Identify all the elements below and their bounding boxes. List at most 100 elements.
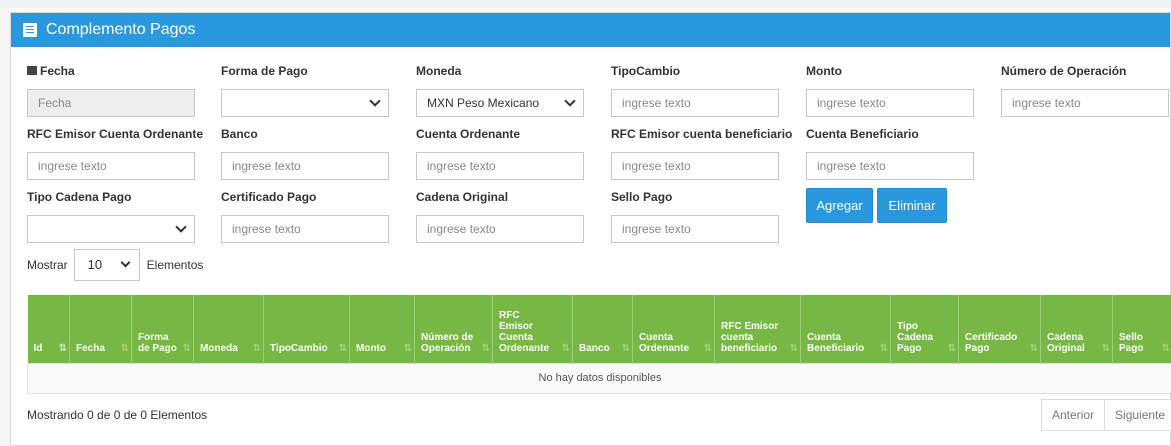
- top-rule: [0, 0, 1171, 8]
- monto-label: Monto: [806, 64, 842, 78]
- column-header-label: Tipo Cadena Pago: [897, 320, 934, 354]
- numero-operacion-field: Número de Operación ingrese texto: [1001, 63, 1169, 117]
- sello-pago-field: Sello Pago ingrese texto: [611, 189, 779, 243]
- monto-input[interactable]: ingrese texto: [806, 89, 974, 117]
- sort-icon: ⇅: [403, 342, 413, 354]
- sort-icon: ⇅: [879, 342, 889, 354]
- complemento-pagos-panel: Complemento Pagos Fecha Fecha Forma de P…: [10, 12, 1171, 446]
- banco-input[interactable]: ingrese texto: [221, 152, 389, 180]
- numero-operacion-label: Número de Operación: [1001, 64, 1127, 78]
- sort-icon: ⇅: [789, 342, 799, 354]
- column-header-label: RFC Emisor cuenta beneficiario: [721, 320, 779, 354]
- sort-icon: ⇅: [120, 342, 130, 354]
- column-header-label: TipoCambio: [270, 342, 328, 354]
- column-header-label: Forma de Pago: [138, 331, 177, 354]
- column-header[interactable]: RFC Emisor Cuenta Ordenante ⇅: [492, 295, 573, 363]
- cadena-original-label: Cadena Original: [416, 190, 509, 204]
- sort-icon: ⇅: [1029, 342, 1039, 354]
- sort-icon: ⇅: [58, 342, 68, 354]
- fecha-field: Fecha Fecha: [27, 63, 195, 117]
- column-header[interactable]: Fecha ⇅: [69, 295, 132, 363]
- page-length-value: 10: [87, 257, 103, 272]
- table-row: No hay datos disponibles: [27, 362, 1171, 394]
- sort-icon: ⇅: [561, 342, 571, 354]
- column-header-label: Moneda: [200, 342, 238, 354]
- column-header[interactable]: Forma de Pago ⇅: [131, 295, 194, 363]
- fecha-input[interactable]: Fecha: [27, 89, 195, 117]
- column-header-label: RFC Emisor Cuenta Ordenante: [499, 309, 550, 354]
- rfc-emisor-beneficiario-input[interactable]: ingrese texto: [611, 152, 779, 180]
- empty-table-message: No hay datos disponibles: [27, 362, 1171, 394]
- column-header-label: Banco: [579, 342, 610, 354]
- column-header-label: Cuenta Ordenante: [639, 331, 690, 354]
- rfc-emisor-ordenante-label: RFC Emisor Cuenta Ordenante: [27, 127, 204, 141]
- column-header[interactable]: Tipo Cadena Pago ⇅: [890, 295, 959, 363]
- cadena-original-field: Cadena Original ingrese texto: [416, 189, 584, 243]
- tipo-cadena-pago-label: Tipo Cadena Pago: [27, 190, 132, 204]
- page-length-control: Mostrar 10 Elementos: [27, 249, 203, 281]
- sort-icon: ⇅: [1161, 342, 1171, 354]
- table-info: Mostrando 0 de 0 de 0 Elementos: [27, 408, 208, 422]
- certificado-pago-field: Certificado Pago ingrese texto: [221, 189, 389, 243]
- column-header-label: Id: [33, 342, 43, 354]
- pagination: Anterior Siguiente: [1041, 399, 1171, 431]
- rfc-emisor-ordenante-field: RFC Emisor Cuenta Ordenante ingrese text…: [27, 126, 203, 180]
- rfc-emisor-ordenante-input[interactable]: ingrese texto: [27, 152, 195, 180]
- column-header[interactable]: Id ⇅: [27, 295, 70, 363]
- banco-field: Banco ingrese texto: [221, 126, 389, 180]
- numero-operacion-input[interactable]: ingrese texto: [1001, 89, 1169, 117]
- sort-icon: ⇅: [621, 342, 631, 354]
- fecha-label: Fecha: [40, 64, 75, 78]
- rfc-emisor-beneficiario-label: RFC Emisor cuenta beneficiario: [611, 127, 793, 141]
- column-header[interactable]: Número de Operación ⇅: [414, 295, 493, 363]
- moneda-value: MXN Peso Mexicano: [427, 96, 540, 110]
- agregar-button[interactable]: Agregar: [806, 188, 873, 223]
- tipo-cadena-pago-select[interactable]: [27, 215, 195, 243]
- next-page-button[interactable]: Siguiente: [1105, 399, 1171, 431]
- column-header[interactable]: Monto ⇅: [349, 295, 415, 363]
- table-header-row: Id ⇅ Fecha ⇅ Forma de Pago ⇅ Moneda ⇅ TipoCa…: [27, 295, 1171, 363]
- moneda-select[interactable]: MXN Peso Mexicano: [416, 89, 584, 117]
- column-header[interactable]: Banco ⇅: [572, 295, 633, 363]
- sort-icon: ⇅: [481, 342, 491, 354]
- banco-label: Banco: [221, 127, 258, 141]
- column-header[interactable]: Certificado Pago ⇅: [958, 295, 1041, 363]
- cadena-original-input[interactable]: ingrese texto: [416, 215, 584, 243]
- cuenta-beneficiario-input[interactable]: ingrese texto: [806, 152, 974, 180]
- column-header[interactable]: RFC Emisor cuenta beneficiario ⇅: [714, 295, 801, 363]
- monto-field: Monto ingrese texto: [806, 63, 974, 117]
- cuenta-ordenante-input[interactable]: ingrese texto: [416, 152, 584, 180]
- column-header[interactable]: Cadena Original ⇅: [1040, 295, 1113, 363]
- calendar-icon: [27, 66, 37, 75]
- tipo-cadena-pago-field: Tipo Cadena Pago: [27, 189, 195, 243]
- moneda-label: Moneda: [416, 64, 462, 78]
- column-header-label: Cadena Original: [1047, 331, 1085, 354]
- page-left-edge: [0, 0, 10, 446]
- column-header[interactable]: Cuenta Beneficiario ⇅: [800, 295, 891, 363]
- tipo-cambio-input[interactable]: ingrese texto: [611, 89, 779, 117]
- tipo-cambio-label: TipoCambio: [611, 64, 681, 78]
- column-header-label: Fecha: [76, 342, 105, 354]
- forma-pago-field: Forma de Pago: [221, 63, 389, 117]
- column-header[interactable]: Cuenta Ordenante ⇅: [632, 295, 715, 363]
- cuenta-ordenante-field: Cuenta Ordenante ingrese texto: [416, 126, 584, 180]
- sort-icon: ⇅: [703, 342, 713, 354]
- sort-icon: ⇅: [252, 342, 262, 354]
- tipo-cambio-field: TipoCambio ingrese texto: [611, 63, 779, 117]
- panel-title: Complemento Pagos: [46, 21, 196, 38]
- sello-pago-input[interactable]: ingrese texto: [611, 215, 779, 243]
- moneda-field: Moneda MXN Peso Mexicano: [416, 63, 584, 117]
- column-header-label: Certificado Pago: [965, 331, 1018, 354]
- column-header[interactable]: Moneda ⇅: [193, 295, 264, 363]
- panel-header: Complemento Pagos: [11, 13, 1170, 47]
- page-length-select[interactable]: 10: [73, 249, 140, 281]
- eliminar-button[interactable]: Eliminar: [877, 188, 947, 223]
- forma-pago-select[interactable]: [221, 89, 389, 117]
- list-alt-icon: [23, 23, 37, 37]
- certificado-pago-input[interactable]: ingrese texto: [221, 215, 389, 243]
- chevron-down-icon: [564, 95, 576, 107]
- certificado-pago-label: Certificado Pago: [221, 190, 317, 204]
- previous-page-button[interactable]: Anterior: [1041, 399, 1106, 431]
- column-header[interactable]: Sello Pago ⇅: [1112, 295, 1171, 363]
- column-header[interactable]: TipoCambio ⇅: [263, 295, 350, 363]
